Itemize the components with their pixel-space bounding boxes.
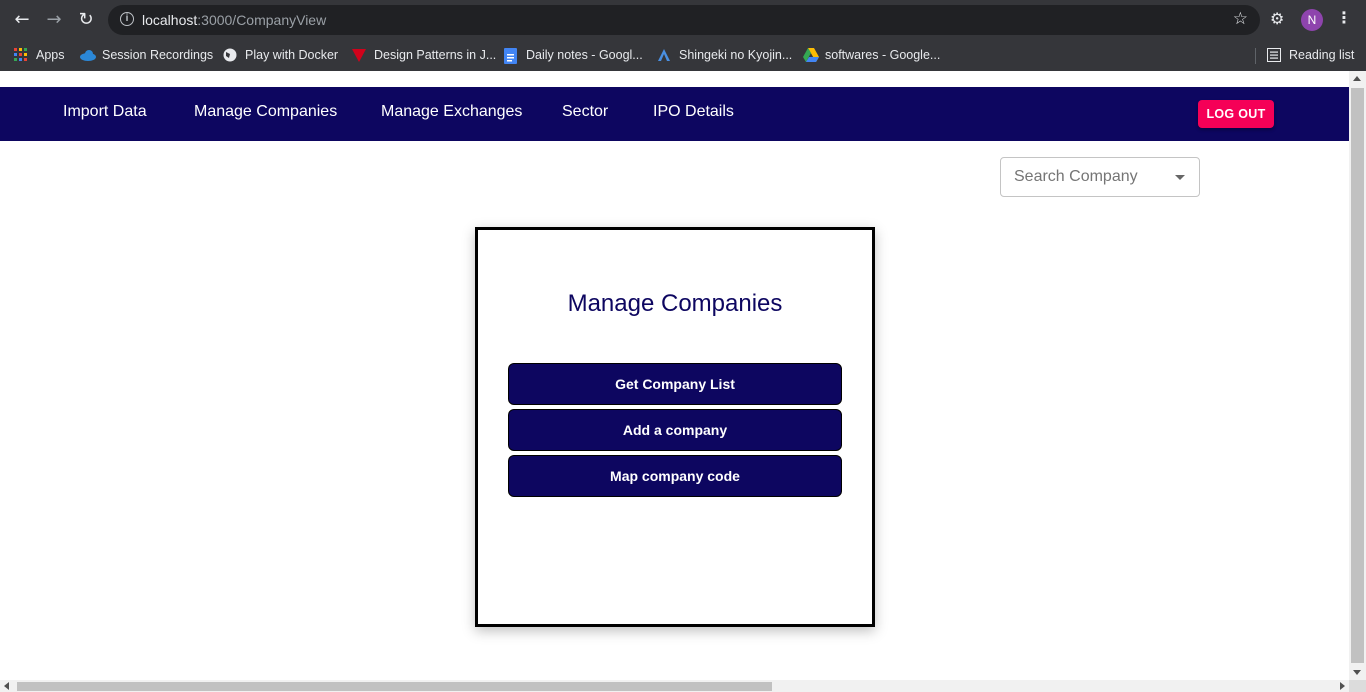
url-host: localhost: [142, 12, 198, 28]
nav-manage-exchanges[interactable]: Manage Exchanges: [381, 103, 522, 121]
back-arrow-icon[interactable]: ←: [10, 8, 34, 32]
search-placeholder: Search Company: [1014, 168, 1138, 185]
map-company-code-button[interactable]: Map company code: [508, 455, 842, 497]
reading-list-label: Reading list: [1289, 48, 1355, 62]
search-company-select[interactable]: Search Company: [1000, 157, 1200, 197]
avatar[interactable]: N: [1301, 9, 1323, 31]
page-content: Import Data Manage Companies Manage Exch…: [0, 71, 1349, 680]
url-path: :3000/CompanyView: [197, 12, 327, 28]
horizontal-scrollbar[interactable]: [0, 680, 1349, 692]
bookmarks-divider: [1255, 48, 1256, 64]
bookmark-label: Play with Docker: [245, 48, 339, 62]
scroll-right-arrow-icon[interactable]: [1340, 682, 1345, 690]
drive-icon: [803, 48, 819, 62]
bookmark-play-with-docker[interactable]: Play with Docker: [223, 45, 338, 65]
browser-toolbar: ← → ↻ i localhost:3000/CompanyView ☆ ⚙ N…: [0, 0, 1366, 40]
reload-icon[interactable]: ↻: [74, 8, 98, 32]
bookmark-daily-notes[interactable]: Daily notes - Googl...: [504, 45, 643, 65]
bookmarks-bar: Apps Session Recordings Play with Docker…: [0, 40, 1366, 71]
scroll-left-arrow-icon[interactable]: [4, 682, 9, 690]
chevron-down-icon[interactable]: [1175, 175, 1185, 180]
get-company-list-button[interactable]: Get Company List: [508, 363, 842, 405]
app-header: Import Data Manage Companies Manage Exch…: [0, 87, 1349, 141]
letter-a-icon: [657, 48, 671, 62]
globe-icon: [223, 48, 237, 62]
address-bar[interactable]: i localhost:3000/CompanyView ☆: [108, 5, 1260, 35]
url-text[interactable]: localhost:3000/CompanyView: [142, 12, 326, 28]
vertical-scrollbar[interactable]: [1349, 71, 1366, 680]
bookmark-design-patterns[interactable]: Design Patterns in J...: [352, 45, 496, 65]
bookmark-softwares[interactable]: softwares - Google...: [803, 45, 940, 65]
cloud-icon: [80, 48, 96, 62]
nav-manage-companies[interactable]: Manage Companies: [194, 103, 337, 121]
bookmark-label: Session Recordings: [102, 48, 214, 62]
bookmark-label: Design Patterns in J...: [374, 48, 497, 62]
bookmark-label: Shingeki no Kyojin...: [679, 48, 793, 62]
vertical-scroll-thumb[interactable]: [1351, 88, 1364, 663]
info-icon[interactable]: i: [120, 12, 134, 26]
manage-companies-card: Manage Companies Get Company List Add a …: [475, 227, 875, 627]
scroll-up-arrow-icon[interactable]: [1353, 76, 1361, 81]
horizontal-scroll-thumb[interactable]: [17, 682, 772, 691]
puzzle-icon[interactable]: ⚙: [1270, 9, 1284, 28]
star-icon[interactable]: ☆: [1233, 9, 1248, 29]
forward-arrow-icon[interactable]: →: [42, 8, 66, 32]
scroll-down-arrow-icon[interactable]: [1353, 670, 1361, 675]
bookmark-shingeki[interactable]: Shingeki no Kyojin...: [657, 45, 792, 65]
scrollbar-corner: [1349, 680, 1366, 692]
card-title: Manage Companies: [567, 290, 783, 317]
add-company-button[interactable]: Add a company: [508, 409, 842, 451]
nav-import-data[interactable]: Import Data: [63, 103, 147, 121]
logout-button[interactable]: LOG OUT: [1198, 100, 1274, 128]
docs-icon: [504, 48, 518, 64]
reading-list-button[interactable]: Reading list: [1267, 45, 1354, 65]
reading-list-icon: [1267, 48, 1281, 62]
bookmark-label: Daily notes - Googl...: [526, 48, 643, 62]
apps-grid-icon: [14, 48, 28, 62]
bookmark-apps[interactable]: Apps: [14, 45, 65, 65]
nav-sector[interactable]: Sector: [562, 103, 608, 121]
triangle-logo-icon: [352, 48, 366, 62]
bookmark-label: Apps: [36, 48, 65, 62]
nav-ipo-details[interactable]: IPO Details: [653, 103, 734, 121]
bookmark-session-recordings[interactable]: Session Recordings: [80, 45, 213, 65]
bookmark-label: softwares - Google...: [825, 48, 941, 62]
kebab-menu-icon[interactable]: ⋮: [1336, 8, 1352, 27]
